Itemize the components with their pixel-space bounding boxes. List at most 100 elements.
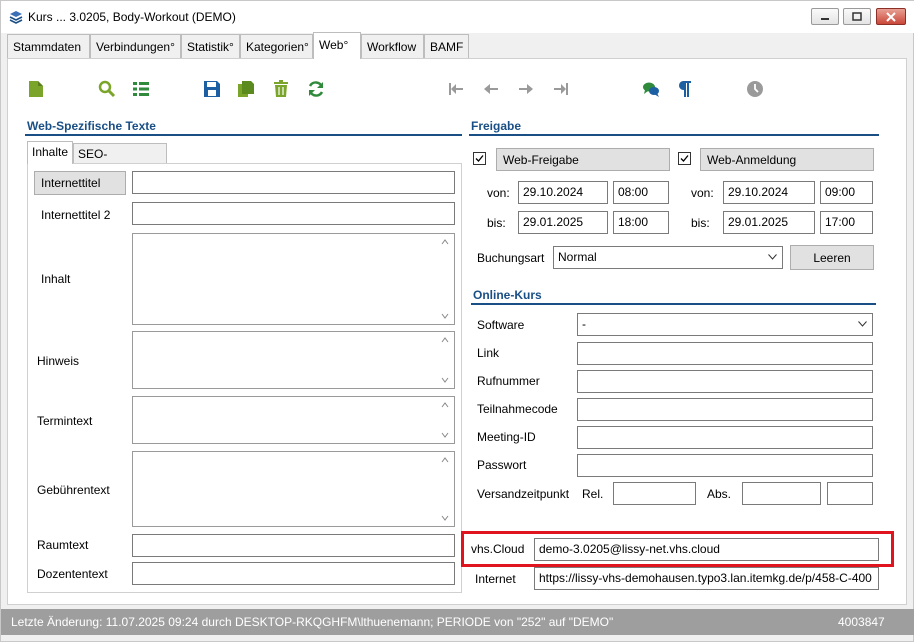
freigabe-bis-time[interactable]: 18:00 [613, 211, 669, 234]
web-freigabe-checkbox[interactable] [473, 152, 486, 165]
chevron-down-icon [441, 377, 449, 383]
dozententext-input[interactable] [132, 562, 455, 585]
copy-icon[interactable] [237, 80, 255, 98]
app-logo-icon [9, 11, 23, 24]
chevron-down-icon [441, 432, 449, 438]
dozententext-label: Dozententext [37, 567, 108, 581]
tab-workflow[interactable]: Workflow [361, 34, 424, 58]
raumtext-input[interactable] [132, 534, 455, 557]
leeren-button[interactable]: Leeren [790, 245, 874, 270]
link-label: Link [477, 346, 500, 360]
bis-label: bis: [487, 216, 506, 230]
tab-web[interactable]: Web° [313, 32, 361, 59]
buchungsart-label: Buchungsart [477, 251, 545, 265]
inhalt-textarea[interactable] [132, 233, 455, 325]
course-window: Kurs ... 3.0205, Body-Workout (DEMO) Sta… [0, 0, 914, 642]
scrollbar[interactable] [438, 234, 452, 324]
tab-bamf[interactable]: BAMF [424, 34, 469, 58]
internettitel2-input[interactable] [132, 202, 455, 225]
section-title-online-kurs: Online-Kurs [473, 288, 542, 302]
chevron-down-icon [441, 313, 449, 319]
scrollbar[interactable] [438, 332, 452, 388]
anmeldung-bis-time[interactable]: 17:00 [820, 211, 873, 234]
previous-record-icon[interactable] [482, 80, 500, 98]
checkmark-icon [475, 155, 484, 162]
web-anmeldung-button[interactable]: Web-Anmeldung [700, 148, 874, 171]
meeting-id-input[interactable] [577, 426, 873, 449]
versand-rel-input[interactable] [613, 482, 696, 505]
gebuehrentext-label: Gebührentext [37, 483, 110, 497]
rufnummer-label: Rufnummer [477, 374, 540, 388]
chevron-down-icon [858, 321, 867, 327]
versand-abs-date-input[interactable] [742, 482, 821, 505]
scrollbar[interactable] [438, 397, 452, 443]
internettitel2-label: Internettitel 2 [41, 208, 111, 222]
chevron-down-icon [768, 254, 777, 260]
minimize-button[interactable] [811, 8, 839, 25]
passwort-label: Passwort [477, 458, 527, 472]
tab-verbindungen[interactable]: Verbindungen° [90, 34, 181, 58]
anmeldung-von-time[interactable]: 09:00 [820, 181, 873, 204]
internet-url-input[interactable]: https://lissy-vhs-demohausen.typo3.lan.i… [534, 567, 879, 590]
freigabe-von-time[interactable]: 08:00 [613, 181, 669, 204]
vhs-cloud-label: vhs.Cloud [471, 542, 525, 556]
refresh-icon[interactable] [307, 80, 325, 98]
teilnahmecode-label: Teilnahmecode [477, 402, 558, 416]
von-label: von: [487, 186, 510, 200]
tab-statistik[interactable]: Statistik° [181, 34, 240, 58]
chevron-down-icon [441, 515, 449, 521]
delete-icon[interactable] [272, 80, 290, 98]
close-icon [886, 11, 896, 22]
rufnummer-input[interactable] [577, 370, 873, 393]
scrollbar[interactable] [438, 452, 452, 526]
freigabe-bis-date[interactable]: 29.01.2025 [518, 211, 608, 234]
next-record-icon[interactable] [517, 80, 535, 98]
hinweis-label: Hinweis [37, 354, 80, 368]
anmeldung-bis-date[interactable]: 29.01.2025 [723, 211, 815, 234]
internet-label: Internet [475, 572, 516, 586]
subtab-inhalte[interactable]: Inhalte [27, 141, 73, 164]
last-record-icon[interactable] [552, 80, 570, 98]
raumtext-label: Raumtext [37, 538, 89, 552]
teilnahmecode-input[interactable] [577, 398, 873, 421]
internettitel-input[interactable] [132, 171, 455, 194]
gebuehrentext-textarea[interactable] [132, 451, 455, 527]
freigabe-von-date[interactable]: 29.10.2024 [518, 181, 608, 204]
vhs-cloud-input[interactable]: demo-3.0205@lissy-net.vhs.cloud [534, 538, 879, 561]
tab-stammdaten[interactable]: Stammdaten [7, 34, 90, 58]
new-document-icon[interactable] [27, 80, 45, 98]
history-icon[interactable] [746, 80, 764, 98]
tab-kategorien[interactable]: Kategorien° [240, 34, 313, 58]
internettitel-button[interactable]: Internettitel [34, 171, 126, 195]
close-button[interactable] [876, 8, 906, 25]
comments-icon[interactable] [642, 80, 660, 98]
save-icon[interactable] [203, 80, 221, 98]
section-divider [25, 134, 462, 136]
search-icon[interactable] [98, 80, 116, 98]
buchungsart-value: Normal [558, 250, 597, 264]
list-icon[interactable] [132, 80, 150, 98]
link-input[interactable] [577, 342, 873, 365]
versand-abs-time-input[interactable] [827, 482, 873, 505]
anmeldung-von-date[interactable]: 29.10.2024 [723, 181, 815, 204]
status-text: Letzte Änderung: 11.07.2025 09:24 durch … [11, 615, 614, 629]
minimize-icon [821, 17, 829, 20]
bis-label: bis: [691, 216, 710, 230]
passwort-input[interactable] [577, 454, 873, 477]
software-value: - [582, 317, 586, 331]
first-record-icon[interactable] [447, 80, 465, 98]
section-divider [469, 134, 879, 136]
maximize-button[interactable] [843, 8, 871, 25]
web-anmeldung-checkbox[interactable] [678, 152, 691, 165]
web-freigabe-button[interactable]: Web-Freigabe [496, 148, 670, 171]
chevron-up-icon [441, 337, 449, 343]
subtab-seo-metadaten[interactable]: SEO-Metadaten [73, 143, 167, 175]
termintext-textarea[interactable] [132, 396, 455, 444]
software-label: Software [477, 318, 525, 332]
software-select[interactable]: - [577, 313, 873, 336]
hinweis-textarea[interactable] [132, 331, 455, 389]
paragraph-icon[interactable] [676, 80, 694, 98]
von-label: von: [691, 186, 714, 200]
buchungsart-select[interactable]: Normal [553, 246, 783, 269]
section-divider [471, 303, 876, 305]
